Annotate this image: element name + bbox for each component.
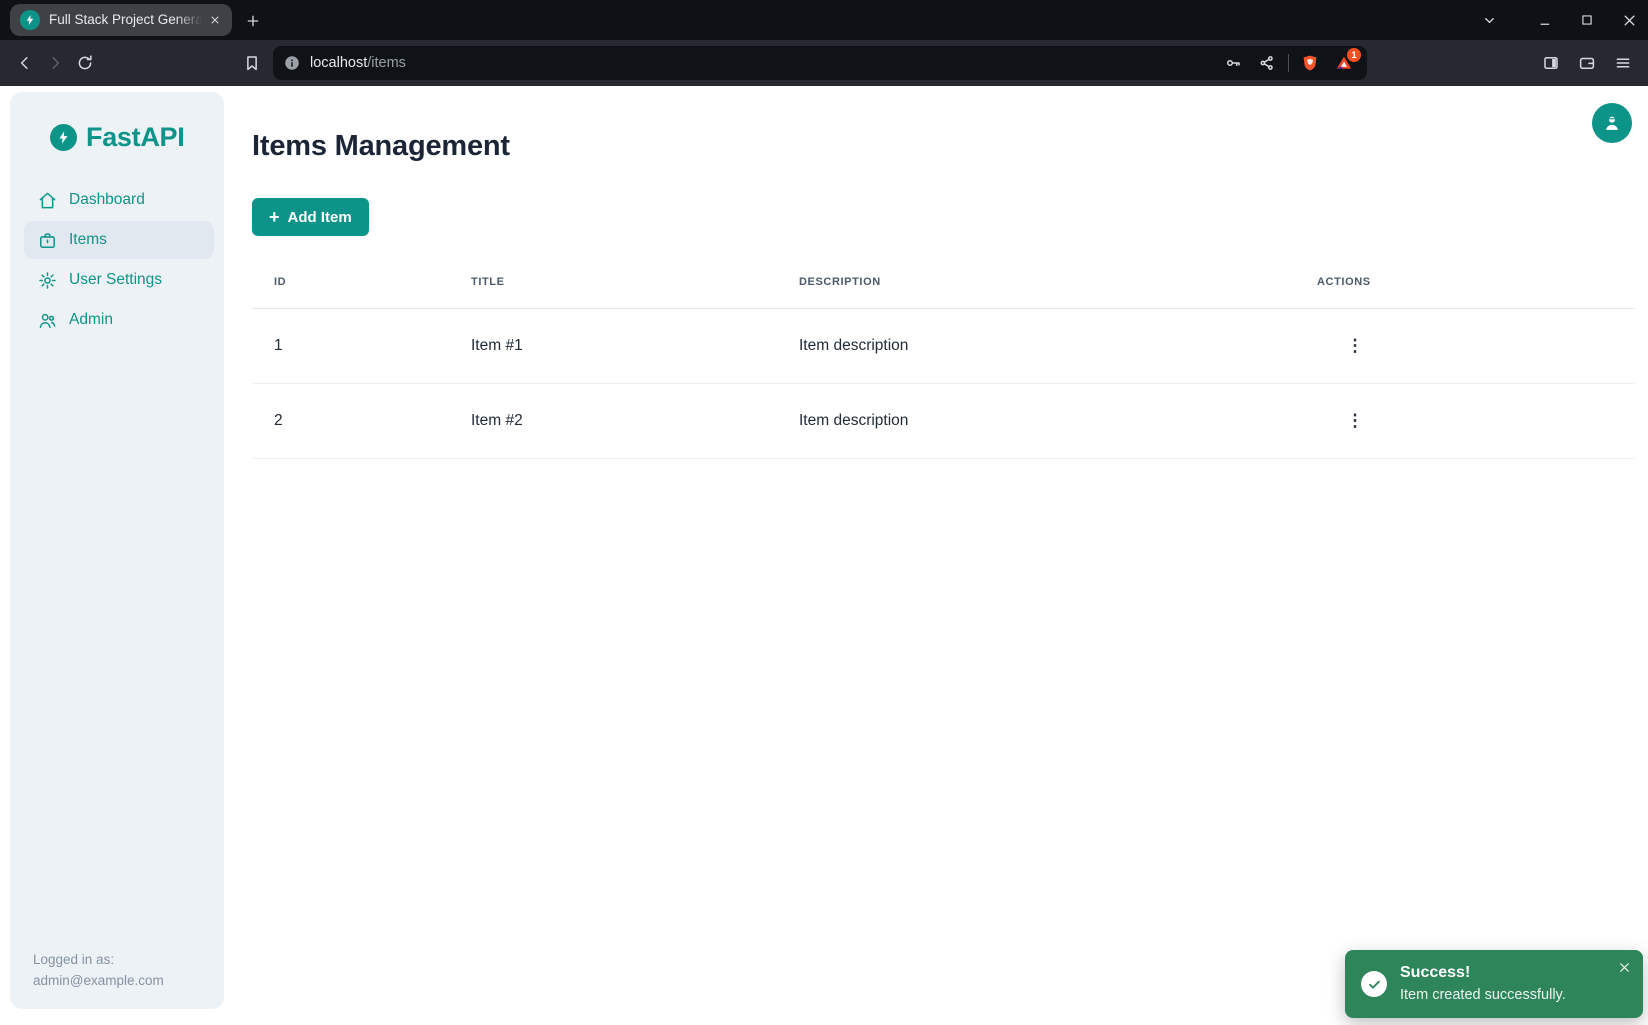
address-bar[interactable]: localhost/items 1 (273, 46, 1367, 80)
sidebar-item-user-settings[interactable]: User Settings (24, 261, 214, 299)
add-item-button[interactable]: + Add Item (252, 198, 369, 236)
sidebar-item-label: User Settings (69, 271, 162, 289)
window-maximize-button[interactable] (1578, 11, 1596, 29)
plus-icon: + (269, 208, 280, 226)
main-content: Items Management + Add Item ID TITLE DES… (252, 86, 1635, 1025)
site-info-icon[interactable] (283, 54, 301, 72)
cell-id: 1 (252, 308, 449, 383)
menu-icon[interactable] (1608, 48, 1638, 78)
tab-title: Full Stack Project Genera (49, 12, 202, 27)
bookmark-icon[interactable] (237, 48, 267, 78)
chevron-down-icon[interactable] (1480, 11, 1498, 29)
rewards-badge: 1 (1347, 48, 1361, 62)
toast-close-icon[interactable] (1615, 958, 1633, 976)
page-title: Items Management (252, 124, 1635, 168)
key-icon[interactable] (1220, 50, 1246, 76)
toast-title: Success! (1400, 963, 1566, 983)
forward-button[interactable] (40, 48, 70, 78)
home-icon (38, 191, 57, 210)
wallet-icon[interactable] (1572, 48, 1602, 78)
side-panel-icon[interactable] (1536, 48, 1566, 78)
logged-in-label: Logged in as: (33, 949, 164, 970)
toast-message: Item created successfully. (1400, 985, 1566, 1005)
sidebar: FastAPI Dashboard Items User Settings A (10, 92, 224, 1009)
sidebar-item-label: Items (69, 231, 107, 249)
users-icon (38, 311, 57, 330)
sidebar-item-dashboard[interactable]: Dashboard (24, 181, 214, 219)
sidebar-item-items[interactable]: Items (24, 221, 214, 259)
tab-close-icon[interactable] (206, 11, 224, 29)
briefcase-icon (38, 231, 57, 250)
toolbar-separator (1288, 54, 1289, 72)
cell-description: Item description (777, 383, 1295, 458)
logged-in-email: admin@example.com (33, 970, 164, 991)
tab-bar: Full Stack Project Genera (0, 0, 1648, 40)
reload-button[interactable] (70, 48, 100, 78)
user-avatar-button[interactable] (1592, 103, 1632, 143)
items-table: ID TITLE DESCRIPTION ACTIONS 1 Item #1 I… (252, 256, 1635, 459)
browser-window: Full Stack Project Genera (0, 0, 1648, 1025)
fastapi-logo-icon (50, 124, 77, 151)
new-tab-button[interactable] (240, 8, 266, 34)
cell-id: 2 (252, 383, 449, 458)
add-item-label: Add Item (288, 209, 352, 226)
sidebar-item-admin[interactable]: Admin (24, 301, 214, 339)
fastapi-favicon-icon (20, 10, 40, 30)
browser-toolbar: localhost/items 1 (0, 40, 1648, 86)
row-actions-menu-icon[interactable]: ⋮ (1341, 407, 1369, 435)
header-actions: ACTIONS (1295, 256, 1635, 308)
cell-description: Item description (777, 308, 1295, 383)
browser-tab[interactable]: Full Stack Project Genera (10, 4, 232, 36)
logged-in-status: Logged in as: admin@example.com (33, 949, 164, 991)
window-minimize-button[interactable] (1536, 11, 1554, 29)
cell-title: Item #1 (449, 308, 777, 383)
back-button[interactable] (10, 48, 40, 78)
sidebar-item-label: Dashboard (69, 191, 145, 209)
gear-icon (38, 271, 57, 290)
success-toast: Success! Item created successfully. (1345, 950, 1643, 1018)
url-host: localhost (310, 55, 367, 71)
header-id: ID (252, 256, 449, 308)
table-header-row: ID TITLE DESCRIPTION ACTIONS (252, 256, 1635, 308)
brand-name: FastAPI (86, 122, 184, 153)
url-path: /items (367, 55, 406, 71)
sidebar-item-label: Admin (69, 311, 113, 329)
row-actions-menu-icon[interactable]: ⋮ (1341, 332, 1369, 360)
url-text: localhost/items (310, 55, 1220, 71)
brave-rewards-icon[interactable]: 1 (1331, 50, 1357, 76)
window-controls (1480, 0, 1638, 40)
table-row: 2 Item #2 Item description ⋮ (252, 383, 1635, 458)
user-icon (1601, 112, 1623, 134)
window-close-button[interactable] (1620, 11, 1638, 29)
table-row: 1 Item #1 Item description ⋮ (252, 308, 1635, 383)
brand: FastAPI (10, 92, 224, 153)
cell-title: Item #2 (449, 383, 777, 458)
header-description: DESCRIPTION (777, 256, 1295, 308)
page-content: FastAPI Dashboard Items User Settings A (0, 86, 1648, 1025)
check-circle-icon (1361, 971, 1387, 997)
brave-shield-icon[interactable] (1297, 50, 1323, 76)
sidebar-nav: Dashboard Items User Settings Admin (10, 181, 224, 339)
share-icon[interactable] (1254, 50, 1280, 76)
header-title: TITLE (449, 256, 777, 308)
